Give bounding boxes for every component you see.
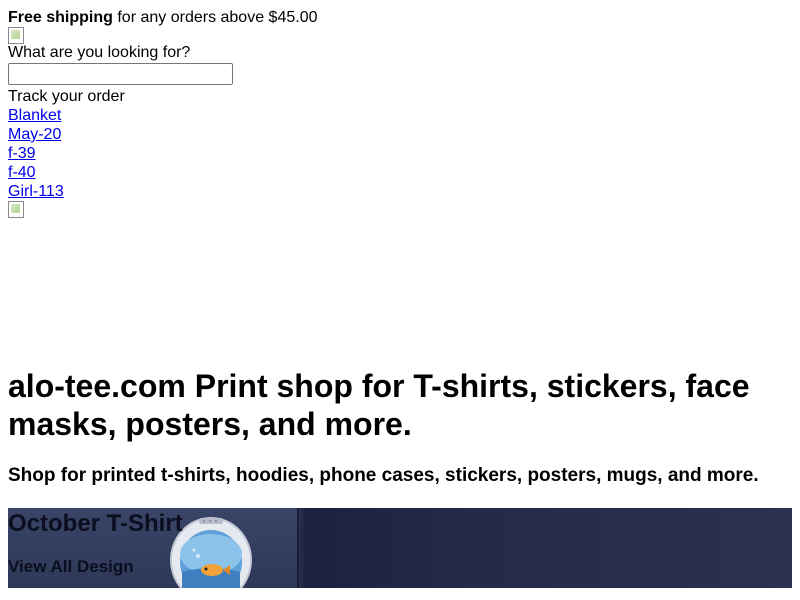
menu-item-f-40[interactable]: f-40 <box>8 163 792 182</box>
menu-link-may-20[interactable]: May-20 <box>8 126 61 143</box>
track-order-link[interactable]: Track your order <box>8 87 792 106</box>
menu-link-f-39[interactable]: f-39 <box>8 145 36 162</box>
menu-item-girl-113[interactable]: Girl-113 <box>8 182 792 201</box>
menu-link-blanket[interactable]: Blanket <box>8 107 61 124</box>
logo-broken-image-icon[interactable] <box>8 27 24 44</box>
menu-item-f-39[interactable]: f-39 <box>8 144 792 163</box>
page-title: alo-tee.com Print shop for T-shirts, sti… <box>8 368 750 442</box>
menu-item-blanket[interactable]: Blanket <box>8 106 792 125</box>
banner-title: October T-Shirt <box>8 510 183 537</box>
menu-link-f-40[interactable]: f-40 <box>8 164 36 181</box>
announcement-bar: Free shipping for any orders above $45.0… <box>8 8 792 27</box>
view-all-design-link[interactable]: View All Design <box>8 557 134 577</box>
page: Free shipping for any orders above $45.0… <box>8 8 792 588</box>
search-input[interactable] <box>8 63 233 85</box>
hero-image-area <box>8 217 792 367</box>
page-subtitle: Shop for printed t-shirts, hoodies, phon… <box>8 465 759 486</box>
announcement-text: for any orders above $45.00 <box>112 9 318 26</box>
announcement-bold: Free shipping <box>8 9 113 26</box>
hero-broken-image-icon <box>8 201 24 218</box>
menu-item-may-20[interactable]: May-20 <box>8 125 792 144</box>
menu-link-girl-113[interactable]: Girl-113 <box>8 183 64 200</box>
promo-banner[interactable]: October T-Shirt View All Design <box>8 508 792 588</box>
banner-divider <box>297 508 299 588</box>
search-label: What are you looking for? <box>8 44 191 61</box>
